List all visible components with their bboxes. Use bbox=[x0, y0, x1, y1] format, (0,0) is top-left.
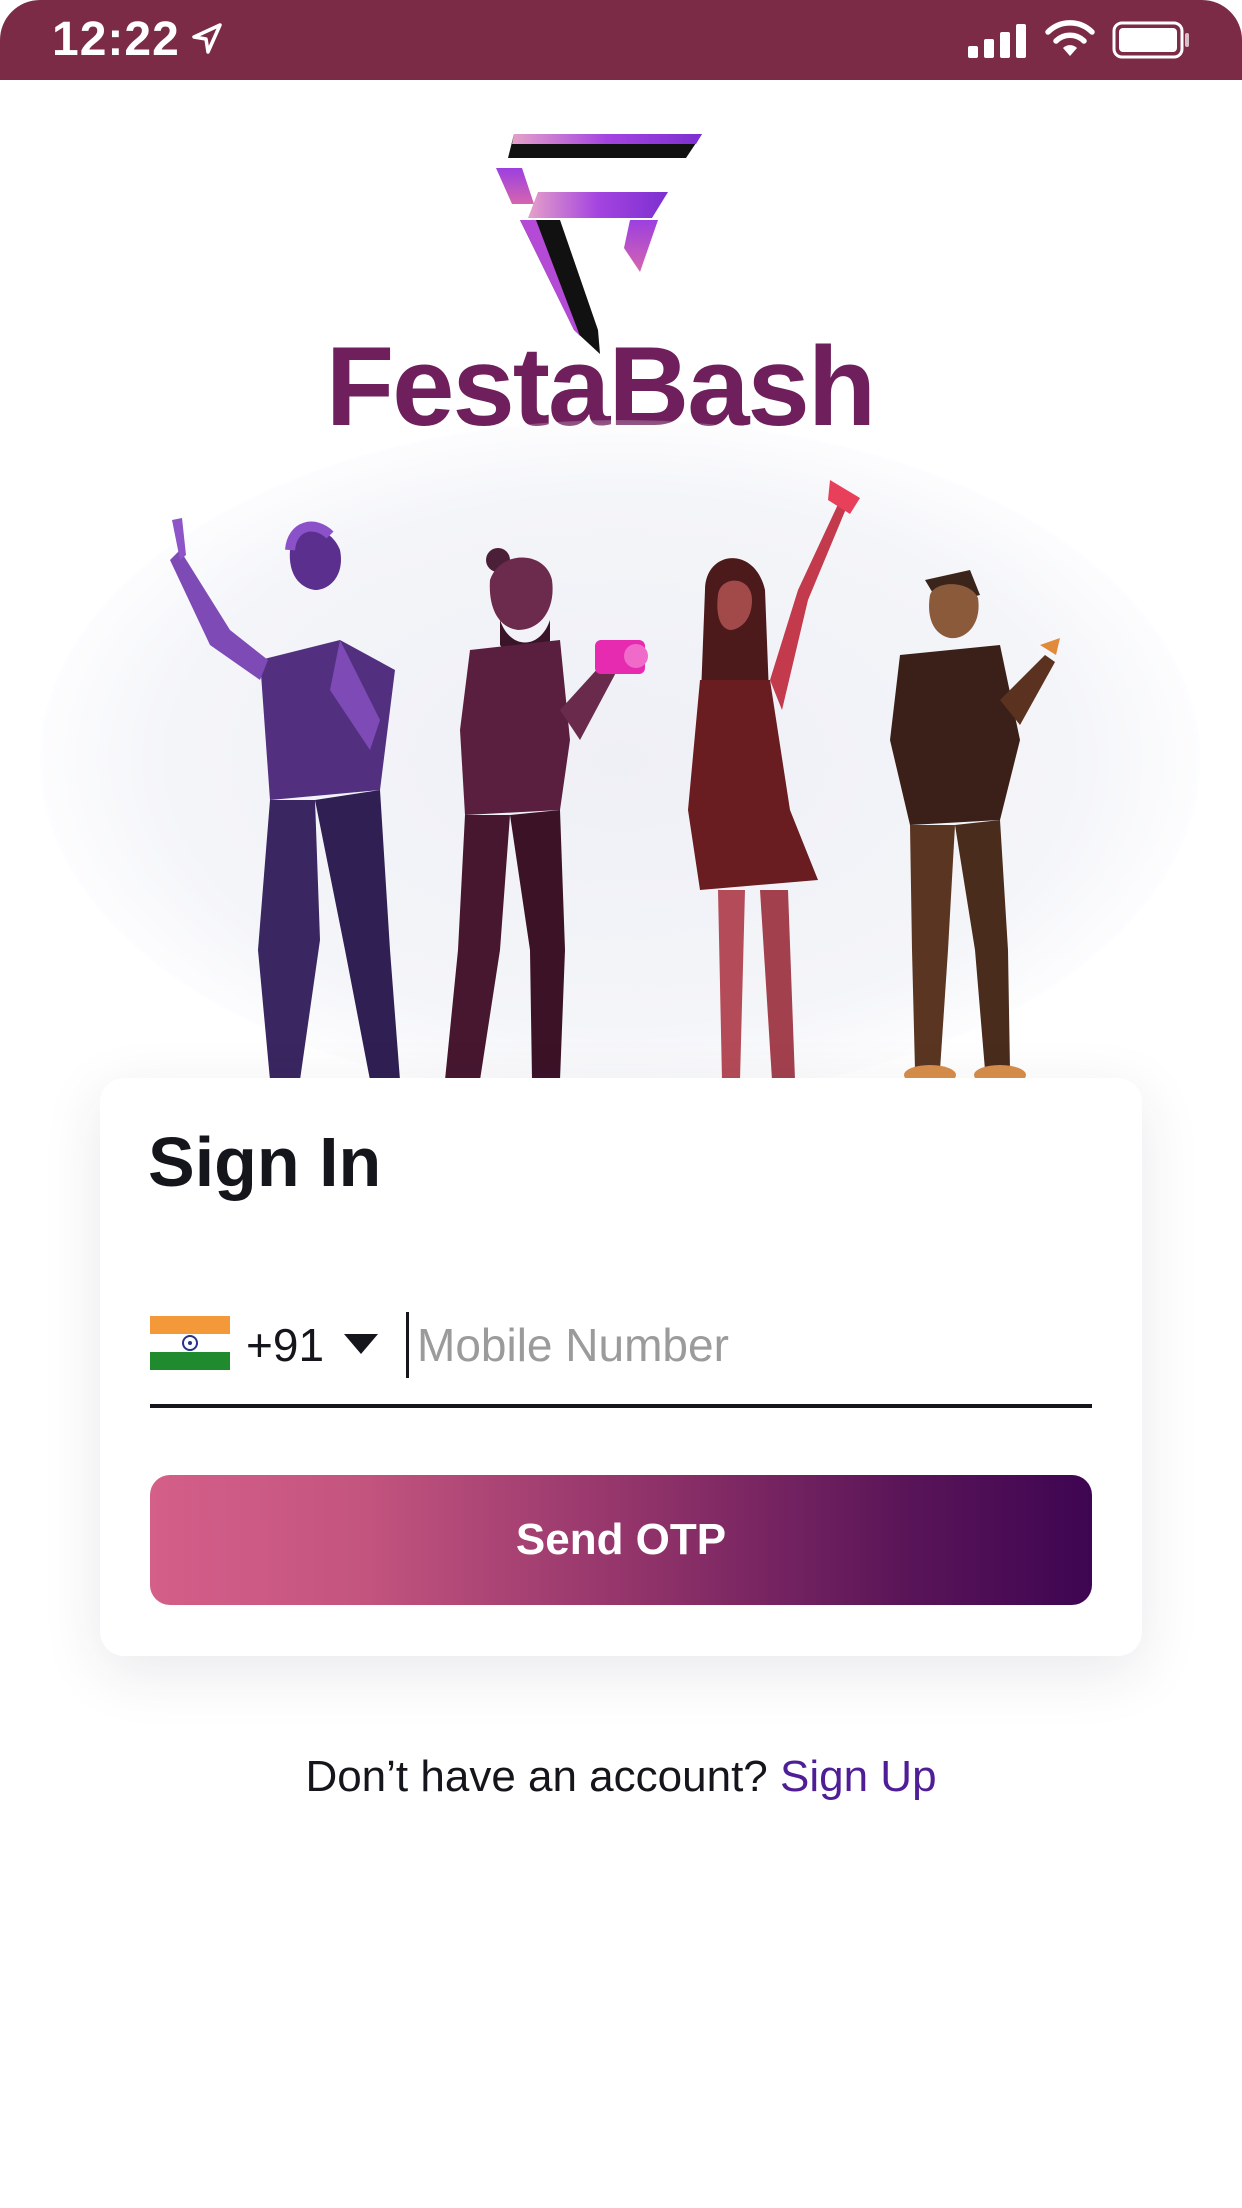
person-plum-camera bbox=[445, 548, 648, 1080]
signup-prompt: Don’t have an account? Sign Up bbox=[0, 1752, 1242, 1802]
person-red-dress-selfie-stick bbox=[688, 480, 860, 1080]
person-brown-jacket-phone bbox=[890, 570, 1060, 1080]
person-purple-selfie bbox=[170, 518, 400, 1080]
battery-icon bbox=[1112, 21, 1189, 59]
signin-card: Sign In +91 Send OTP bbox=[100, 1078, 1142, 1656]
mobile-number-input[interactable] bbox=[406, 1312, 1097, 1378]
signup-prompt-text: Don’t have an account? bbox=[305, 1752, 768, 1801]
friends-selfie-illustration bbox=[170, 480, 1060, 1080]
country-code[interactable]: +91 bbox=[246, 1318, 324, 1372]
status-time: 12:22 bbox=[52, 13, 180, 66]
india-flag-icon[interactable] bbox=[150, 1316, 230, 1370]
caret-down-icon[interactable] bbox=[344, 1334, 378, 1354]
signin-title: Sign In bbox=[148, 1123, 382, 1201]
wifi-icon bbox=[1045, 20, 1095, 56]
location-arrow-icon bbox=[192, 23, 222, 54]
input-underline bbox=[150, 1404, 1092, 1408]
status-bar: 12:22 bbox=[0, 0, 1242, 80]
phone-number-row: +91 bbox=[150, 1308, 1097, 1388]
signup-link[interactable]: Sign Up bbox=[780, 1752, 937, 1801]
cellular-signal-icon bbox=[968, 24, 1026, 58]
send-otp-button[interactable]: Send OTP bbox=[150, 1475, 1092, 1605]
